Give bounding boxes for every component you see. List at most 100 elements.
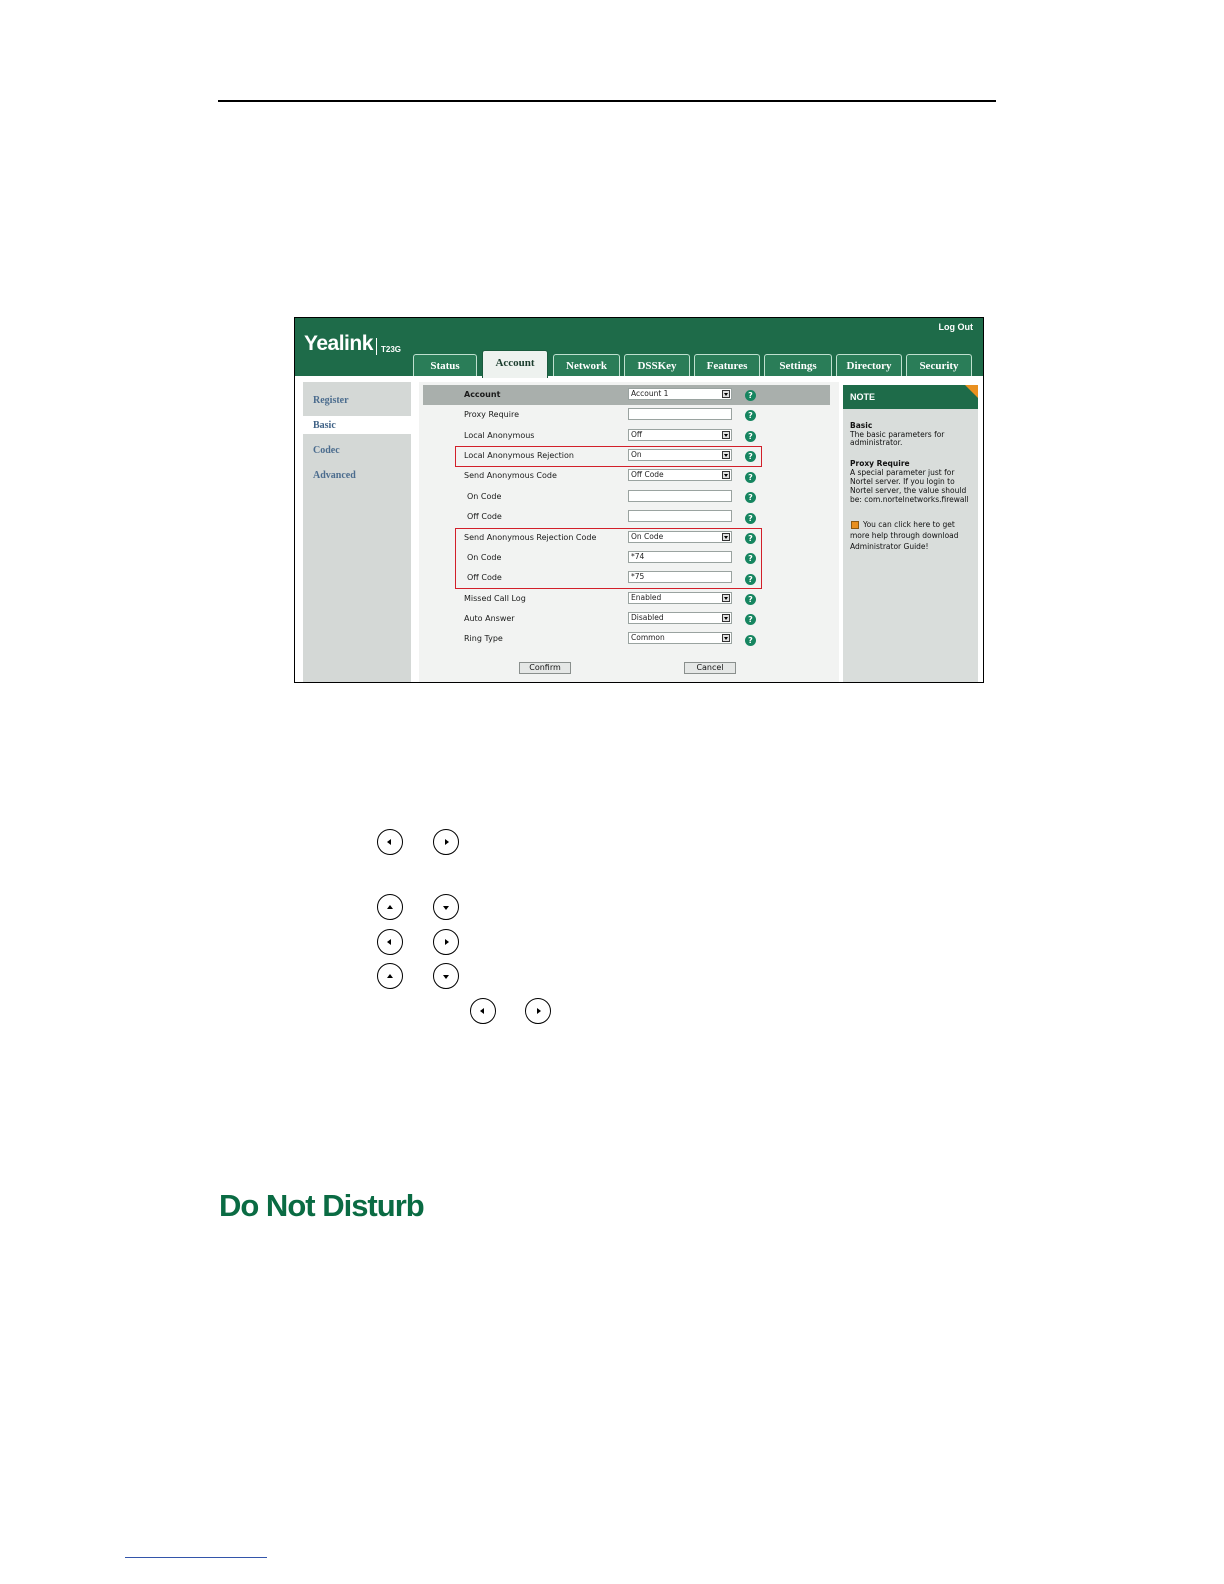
rejection-off-code-input[interactable]: *75: [628, 571, 732, 583]
web-ui-screenshot: Yealink T23G Log Out Status Account Netw…: [294, 317, 984, 683]
help-icon[interactable]: ?: [745, 614, 756, 625]
missed-call-log-select[interactable]: Enabled: [628, 592, 732, 604]
sidebar-item-basic[interactable]: Basic: [313, 420, 336, 431]
right-arrow-glyph: [445, 839, 449, 845]
missed-call-log-label: Missed Call Log: [464, 594, 526, 603]
chevron-down-icon: [722, 614, 730, 622]
local-anonymous-value: Off: [631, 430, 643, 439]
note-title: NOTE: [850, 392, 876, 402]
help-icon[interactable]: ?: [745, 390, 756, 401]
right-arrow-glyph: [445, 939, 449, 945]
note-help-line[interactable]: You can click here to get: [863, 521, 955, 529]
note-help-line[interactable]: more help through download: [850, 532, 959, 540]
down-arrow-glyph: [443, 975, 449, 979]
note-proxy-line: A special parameter just for: [850, 468, 955, 477]
anon-off-code-label: Off Code: [467, 512, 502, 521]
down-arrow-glyph: [443, 906, 449, 910]
send-anonymous-code-value: Off Code: [631, 470, 664, 479]
note-corner-fold: [965, 385, 978, 398]
down-key-icon: [433, 894, 459, 920]
send-anonymous-code-label: Send Anonymous Code: [464, 471, 557, 480]
chevron-down-icon: [722, 533, 730, 541]
right-key-icon: [433, 829, 459, 855]
send-anonymous-rejection-code-label: Send Anonymous Rejection Code: [464, 533, 597, 542]
anon-on-code-input[interactable]: [628, 490, 732, 502]
help-icon[interactable]: ?: [745, 410, 756, 421]
chevron-down-icon: [722, 431, 730, 439]
left-arrow-glyph: [387, 839, 391, 845]
tab-status[interactable]: Status: [413, 354, 477, 376]
right-key-icon: [525, 998, 551, 1024]
tab-dsskey[interactable]: DSSKey: [624, 354, 690, 376]
help-icon[interactable]: ?: [745, 492, 756, 503]
tab-account[interactable]: Account: [482, 350, 548, 378]
brand-logo: Yealink: [304, 332, 373, 355]
chevron-down-icon: [722, 390, 730, 398]
proxy-require-label: Proxy Require: [464, 410, 519, 419]
help-icon[interactable]: ?: [745, 553, 756, 564]
tab-features[interactable]: Features: [694, 354, 760, 376]
logo-divider: [376, 338, 377, 355]
header-rule: [218, 100, 996, 102]
note-basic-line: administrator.: [850, 438, 903, 447]
local-anonymous-rejection-select[interactable]: On: [628, 449, 732, 461]
local-anonymous-select[interactable]: Off: [628, 429, 732, 441]
anon-off-code-input[interactable]: [628, 510, 732, 522]
model-label: T23G: [381, 345, 402, 354]
up-key-icon: [377, 894, 403, 920]
ring-type-select[interactable]: Common: [628, 632, 732, 644]
tab-settings[interactable]: Settings: [764, 354, 832, 376]
help-icon[interactable]: ?: [745, 472, 756, 483]
chevron-down-icon: [722, 451, 730, 459]
left-arrow-glyph: [387, 939, 391, 945]
note-help-line[interactable]: Administrator Guide!: [850, 543, 929, 551]
sidebar-item-register[interactable]: Register: [313, 395, 349, 406]
tab-network[interactable]: Network: [553, 354, 620, 376]
note-proxy-title: Proxy Require: [850, 459, 910, 468]
help-icon[interactable]: ?: [745, 635, 756, 646]
help-icon[interactable]: ?: [745, 594, 756, 605]
note-proxy-line: be: com.nortelnetworks.firewall: [850, 495, 969, 504]
up-arrow-glyph: [387, 905, 393, 909]
help-icon[interactable]: ?: [745, 533, 756, 544]
tab-security[interactable]: Security: [906, 354, 972, 376]
footer-rule: [125, 1557, 267, 1558]
ring-type-label: Ring Type: [464, 634, 503, 643]
section-heading: Do Not Disturb: [219, 1188, 425, 1223]
help-icon[interactable]: ?: [745, 451, 756, 462]
confirm-button[interactable]: Confirm: [519, 662, 571, 674]
help-icon[interactable]: ?: [745, 513, 756, 524]
local-anonymous-rejection-value: On: [631, 450, 642, 459]
account-value: Account 1: [631, 389, 669, 398]
local-anonymous-rejection-label: Local Anonymous Rejection: [464, 451, 574, 460]
proxy-require-input[interactable]: [628, 408, 732, 420]
down-key-icon: [433, 963, 459, 989]
chevron-down-icon: [722, 634, 730, 642]
left-key-icon: [377, 929, 403, 955]
rejection-on-code-input[interactable]: *74: [628, 551, 732, 563]
account-select[interactable]: Account 1: [628, 388, 732, 400]
chevron-down-icon: [722, 471, 730, 479]
anon-on-code-label: On Code: [467, 492, 502, 501]
help-icon[interactable]: ?: [745, 431, 756, 442]
local-anonymous-label: Local Anonymous: [464, 431, 535, 440]
rejection-on-code-label: On Code: [467, 553, 502, 562]
sidebar-item-codec[interactable]: Codec: [313, 445, 340, 456]
sidebar-item-advanced[interactable]: Advanced: [313, 470, 356, 481]
auto-answer-value: Disabled: [631, 613, 664, 622]
left-arrow-glyph: [480, 1008, 484, 1014]
left-key-icon: [377, 829, 403, 855]
send-anonymous-rejection-code-select[interactable]: On Code: [628, 531, 732, 543]
missed-call-log-value: Enabled: [631, 593, 662, 602]
tab-directory[interactable]: Directory: [836, 354, 902, 376]
cancel-button[interactable]: Cancel: [684, 662, 736, 674]
guide-book-icon[interactable]: [851, 521, 859, 529]
up-arrow-glyph: [387, 974, 393, 978]
logout-link[interactable]: Log Out: [939, 322, 974, 332]
rejection-off-code-label: Off Code: [467, 573, 502, 582]
left-key-icon: [470, 998, 496, 1024]
send-anonymous-code-select[interactable]: Off Code: [628, 469, 732, 481]
auto-answer-select[interactable]: Disabled: [628, 612, 732, 624]
auto-answer-label: Auto Answer: [464, 614, 515, 623]
help-icon[interactable]: ?: [745, 574, 756, 585]
